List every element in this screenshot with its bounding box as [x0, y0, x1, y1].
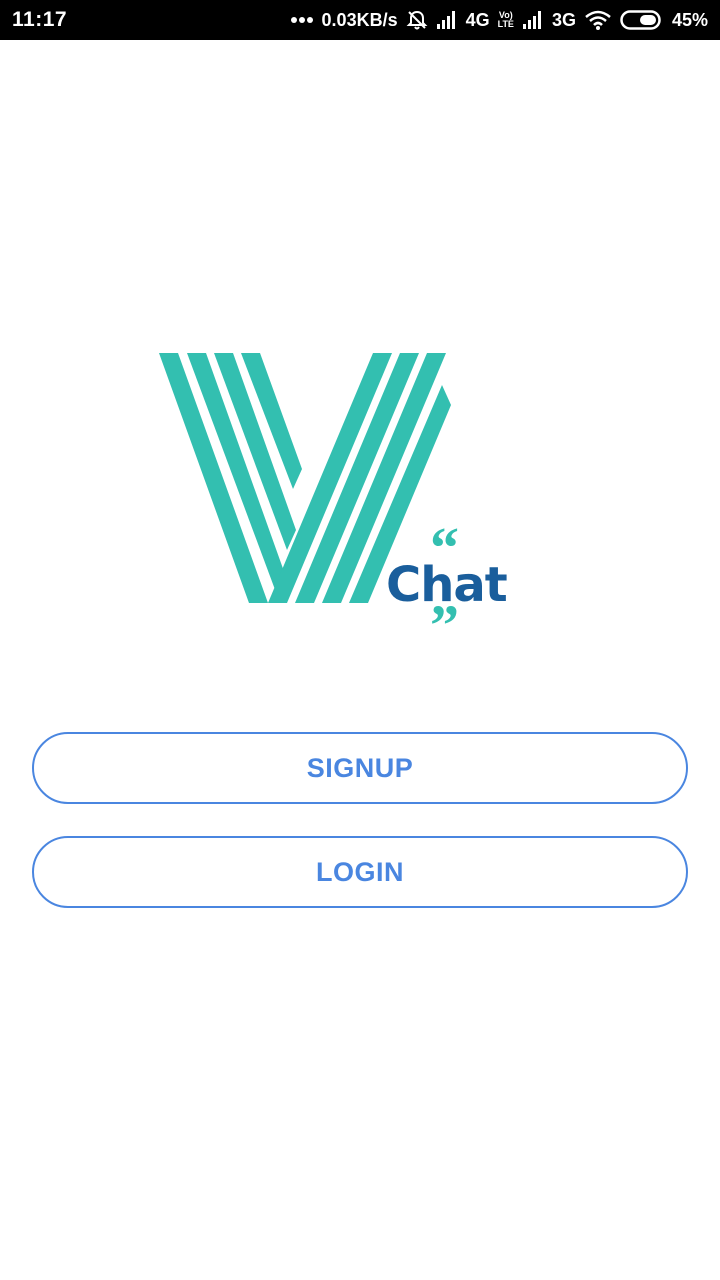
vchat-logo: “ ” Chat	[150, 345, 520, 658]
battery-percent: 45%	[671, 9, 708, 30]
wifi-icon	[584, 9, 612, 31]
signal-icon	[522, 10, 544, 30]
network-3g: 3G	[551, 9, 576, 30]
battery-icon	[620, 9, 664, 31]
logo-wordmark: Chat	[386, 557, 508, 613]
dots-icon	[290, 16, 314, 24]
login-button[interactable]: LOGIN	[32, 836, 688, 908]
volte-bottom: LTE	[497, 19, 514, 29]
signal-icon	[436, 10, 458, 30]
status-icons: 0.03KB/s 4G Vo) LTE 3G 45%	[290, 9, 708, 31]
app-screen: 11:17 0.03KB/s 4G Vo) LTE 3G 45% “ ” Cha…	[0, 0, 720, 1280]
signup-button[interactable]: SIGNUP	[32, 732, 688, 804]
volte-indicator: Vo) LTE	[498, 11, 514, 29]
mute-icon	[406, 9, 428, 31]
network-4g: 4G	[465, 9, 490, 30]
status-time: 11:17	[12, 8, 68, 31]
login-label: LOGIN	[316, 856, 404, 887]
status-bar: 11:17 0.03KB/s 4G Vo) LTE 3G 45%	[0, 0, 720, 40]
net-speed: 0.03KB/s	[321, 9, 398, 30]
signup-label: SIGNUP	[306, 752, 414, 783]
